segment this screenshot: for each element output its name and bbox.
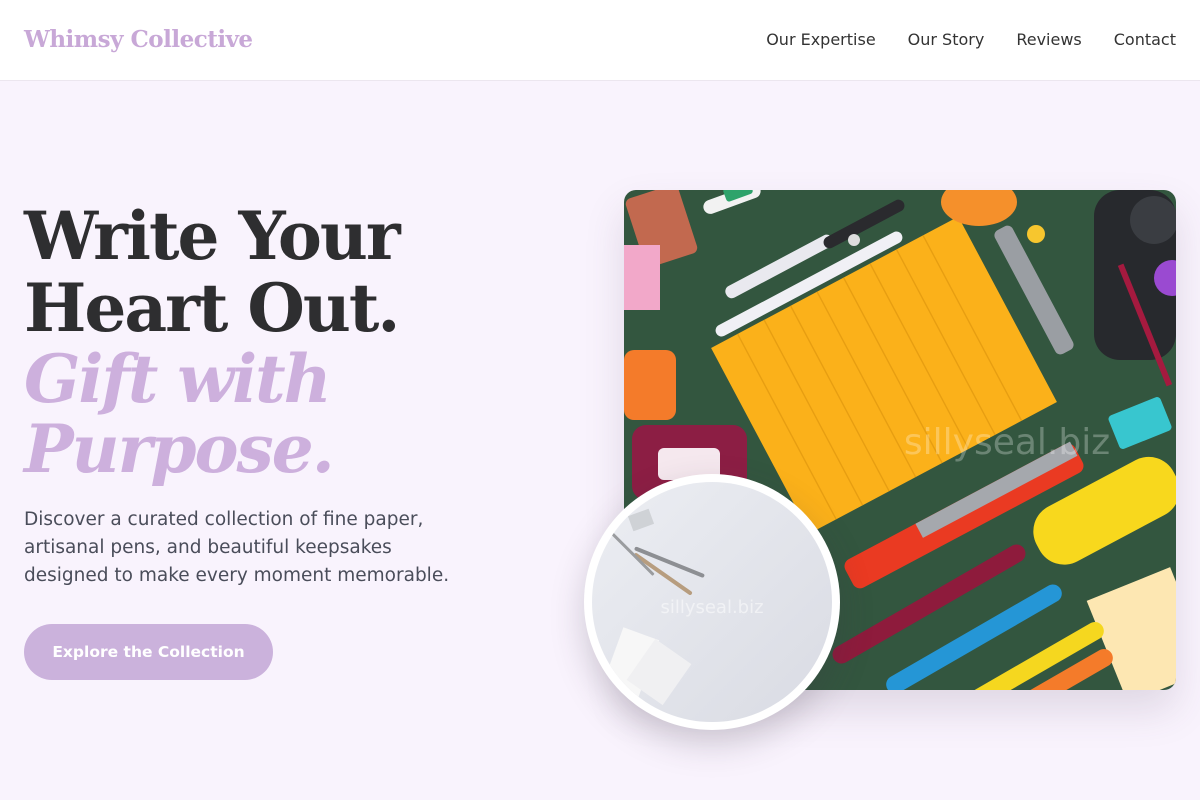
nav-link-our-story[interactable]: Our Story (908, 30, 985, 49)
accent-line-1: Gift with (24, 340, 332, 418)
nav-link-reviews[interactable]: Reviews (1016, 30, 1081, 49)
accent-line-2: Purpose. (24, 410, 335, 488)
nav-menu: Our Expertise Our Story Reviews Contact (766, 30, 1176, 49)
inset-circle-image: sillyseal.biz (584, 474, 840, 730)
inset-circle-photo: sillyseal.biz (592, 482, 832, 722)
inset-image-watermark: sillyseal.biz (660, 597, 763, 618)
hero-headline: Write Your Heart Out. Gift with Purpose. (24, 200, 544, 484)
explore-collection-button[interactable]: Explore the Collection (24, 624, 273, 680)
brand-logo[interactable]: Whimsy Collective (24, 26, 253, 53)
hero-text-section: Write Your Heart Out. Gift with Purpose.… (24, 200, 544, 680)
main-image-watermark: sillyseal.biz (904, 422, 1110, 463)
headline-line-1: Write Your (24, 197, 401, 275)
desk-items-illustration: sillyseal.biz (592, 482, 832, 722)
hero-description: Discover a curated collection of fine pa… (24, 509, 450, 586)
nav-link-contact[interactable]: Contact (1114, 30, 1176, 49)
nav-link-our-expertise[interactable]: Our Expertise (766, 30, 875, 49)
top-navbar: Whimsy Collective Our Expertise Our Stor… (0, 0, 1200, 81)
headline-line-2: Heart Out. (24, 269, 400, 347)
